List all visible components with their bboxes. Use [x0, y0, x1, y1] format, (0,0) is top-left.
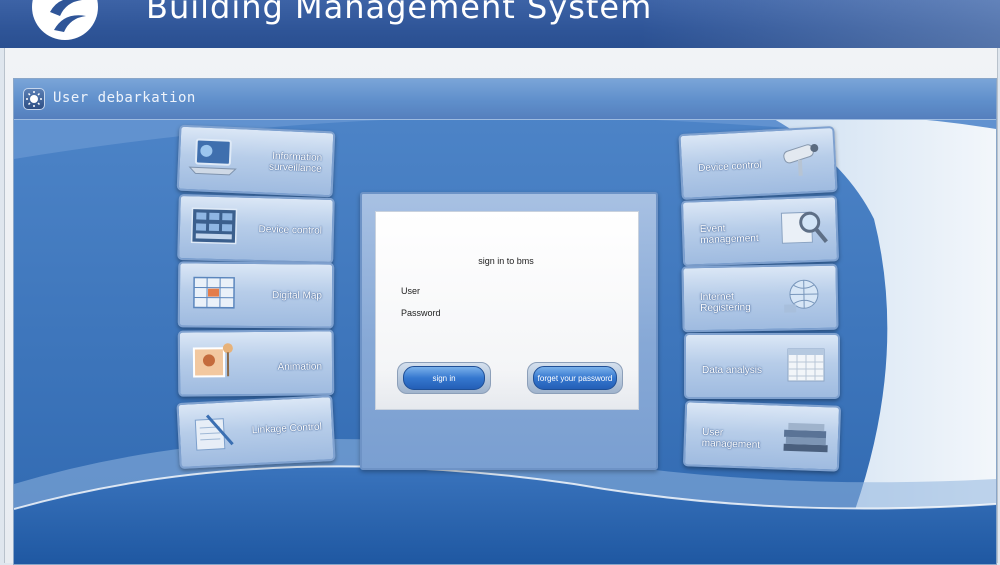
- notepad-pen-icon: [187, 410, 241, 455]
- menu-linkage-control[interactable]: Linkage Control: [176, 395, 335, 469]
- animation-icon: [188, 340, 240, 382]
- globe-network-icon: [778, 274, 831, 317]
- menu-device-control-right[interactable]: Device control: [678, 126, 837, 200]
- menu-label: Event management: [700, 222, 769, 246]
- window-title: User debarkation: [53, 90, 196, 106]
- camera-icon: [775, 136, 829, 181]
- menu-device-control-left[interactable]: Device control: [177, 194, 335, 264]
- menu-label: Digital Map: [272, 290, 322, 301]
- book-stack-icon: [779, 414, 832, 458]
- menu-information-surveillance[interactable]: Information surveillance: [177, 125, 336, 198]
- window-titlebar: User debarkation: [14, 79, 996, 120]
- menu-label: Device control: [698, 160, 762, 174]
- login-panel: sign in to bms User Password sign in for…: [360, 192, 658, 470]
- company-logo: [30, 0, 100, 42]
- menu-label: Internet Registering: [700, 291, 770, 314]
- sun-icon: [23, 88, 45, 110]
- menu-user-management[interactable]: User management: [683, 400, 841, 471]
- menu-label: Information surveillance: [242, 149, 323, 174]
- map-icon: [188, 271, 240, 313]
- forgot-password-label: forget your password: [533, 366, 617, 390]
- app-title: Building Management System: [146, 0, 652, 26]
- menu-event-management[interactable]: Event management: [681, 195, 839, 266]
- menu-animation[interactable]: Animation: [178, 329, 335, 396]
- login-card: sign in to bms User Password sign in for…: [375, 211, 639, 410]
- menu-internet-registering[interactable]: Internet Registering: [681, 264, 838, 333]
- login-heading: sign in to bms: [376, 256, 636, 266]
- user-label: User: [401, 286, 420, 296]
- menu-label: Animation: [278, 361, 323, 372]
- main-panel: User debarkation Information surveillanc…: [13, 78, 997, 565]
- menu-digital-map[interactable]: Digital Map: [178, 261, 335, 328]
- sign-in-button[interactable]: sign in: [397, 362, 491, 394]
- password-label: Password: [401, 308, 441, 318]
- calendar-grid-icon: [780, 343, 832, 385]
- menu-label: Linkage Control: [252, 422, 323, 437]
- menu-data-analysis[interactable]: Data analysis: [684, 333, 840, 399]
- control-panel-icon: [188, 204, 241, 247]
- magnifier-document-icon: [777, 206, 830, 250]
- menu-label: User management: [702, 427, 773, 451]
- sign-in-label: sign in: [403, 366, 485, 390]
- forgot-password-button[interactable]: forget your password: [527, 362, 623, 394]
- menu-label: Device control: [258, 224, 322, 237]
- header-banner: Building Management System: [0, 0, 1000, 48]
- laptop-icon: [187, 135, 241, 179]
- menu-label: Data analysis: [702, 365, 762, 376]
- window-frame: User debarkation Information surveillanc…: [4, 48, 998, 563]
